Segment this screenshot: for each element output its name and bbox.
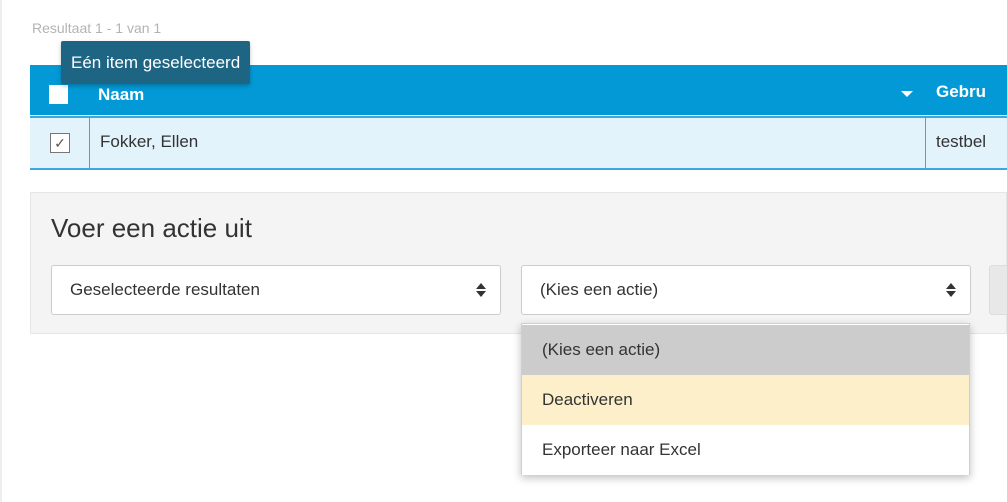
scope-select-value: Geselecteerde resultaten (70, 280, 260, 299)
row-name-cell: Fokker, Ellen (100, 132, 199, 151)
result-count: Resultaat 1 - 1 van 1 (32, 20, 162, 36)
row-checkbox[interactable]: ✓ (50, 133, 70, 153)
action-panel-title: Voer een actie uit (51, 213, 252, 243)
column-header-naam[interactable]: Naam (98, 85, 144, 104)
page-left-border (0, 0, 2, 502)
row-username-cell: testbel (936, 132, 987, 151)
dropdown-option-exporteer-naar-excel[interactable]: Exporteer naar Excel (522, 425, 969, 475)
action-panel: Voer een actie uit Geselecteerde resulta… (30, 192, 1007, 334)
execute-action-button[interactable] (989, 265, 1007, 315)
row-column-divider (925, 118, 926, 168)
dropdown-option-deactiveren[interactable]: Deactiveren (522, 375, 969, 425)
scope-select[interactable]: Geselecteerde resultaten (51, 265, 501, 315)
table-row[interactable]: ✓ Fokker, Ellen testbel (30, 116, 1007, 170)
column-header-gebruikersnaam[interactable]: Gebru (936, 82, 986, 102)
select-arrows-icon (476, 281, 486, 299)
selection-tooltip: Eén item geselecteerd (61, 41, 251, 84)
select-arrows-icon (946, 281, 956, 299)
sort-down-icon[interactable] (901, 91, 913, 97)
select-all-checkbox[interactable] (49, 85, 68, 104)
action-select[interactable]: (Kies een actie) (521, 265, 971, 315)
action-dropdown-menu: (Kies een actie) Deactiveren Exporteer n… (521, 323, 970, 475)
action-select-value: (Kies een actie) (540, 280, 659, 299)
dropdown-option-kies-een-actie[interactable]: (Kies een actie) (522, 325, 969, 375)
row-checkbox-cell: ✓ (40, 118, 90, 168)
